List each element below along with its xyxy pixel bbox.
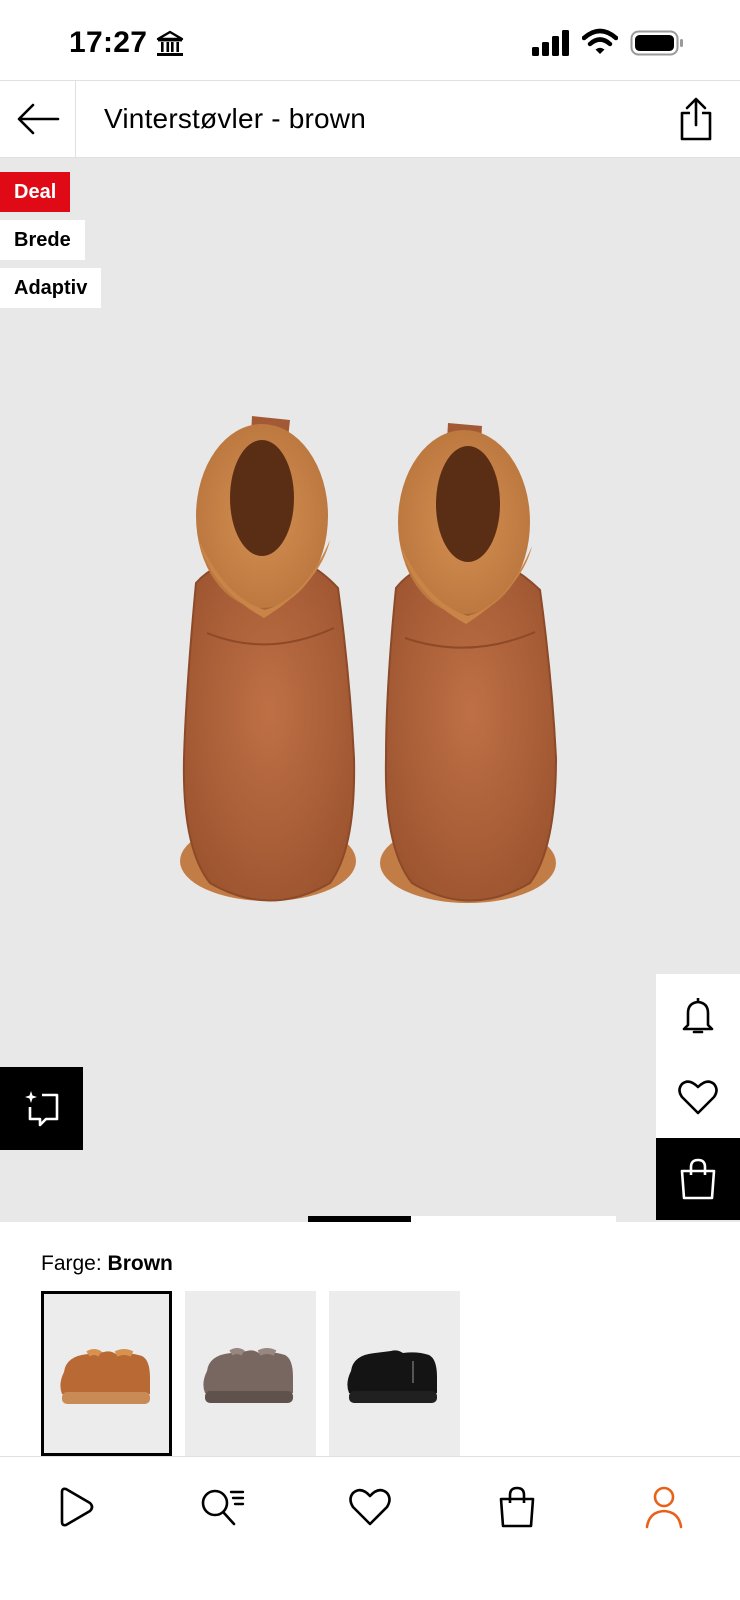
nav-inspiration[interactable] — [47, 1479, 103, 1535]
play-icon — [60, 1487, 94, 1527]
battery-icon — [630, 30, 683, 56]
product-page: 17:27 Vinterstøvler - brown Deal Brede A… — [0, 0, 740, 1600]
product-image[interactable]: Deal Brede Adaptiv — [0, 158, 740, 1222]
profile-icon — [645, 1486, 683, 1529]
header: Vinterstøvler - brown — [0, 80, 740, 158]
width-tag: Brede — [0, 220, 85, 260]
swatch-grey[interactable] — [185, 1291, 316, 1456]
share-icon — [680, 97, 712, 141]
product-tags: Deal Brede Adaptiv — [0, 172, 102, 316]
nav-favorites[interactable] — [342, 1479, 398, 1535]
nav-bag[interactable] — [489, 1479, 545, 1535]
status-bar: 17:27 — [0, 0, 740, 80]
swatch-brown[interactable] — [41, 1291, 172, 1456]
wifi-icon — [582, 28, 618, 54]
color-label: Farge: Brown — [41, 1252, 173, 1276]
adaptive-tag: Adaptiv — [0, 268, 102, 308]
signal-icon — [532, 30, 569, 56]
notify-button[interactable] — [656, 974, 740, 1056]
product-actions — [656, 974, 740, 1220]
heart-icon — [349, 1488, 391, 1526]
share-button[interactable] — [672, 95, 720, 143]
carousel-pager — [0, 1216, 740, 1222]
bag-icon — [499, 1486, 535, 1528]
swatch-black[interactable] — [329, 1291, 460, 1456]
pager-indicator — [308, 1216, 411, 1222]
black-boot-thumbnail — [347, 1350, 437, 1403]
color-label-prefix: Farge: — [41, 1252, 102, 1275]
arrow-left-icon — [17, 103, 59, 135]
bell-icon — [682, 998, 714, 1034]
status-time: 17:27 — [69, 26, 148, 59]
boots-image — [180, 416, 558, 903]
shopping-bag-icon — [680, 1158, 716, 1200]
nav-search[interactable] — [194, 1479, 250, 1535]
ai-style-button[interactable] — [0, 1067, 83, 1150]
page-title: Vinterstøvler - brown — [104, 103, 366, 134]
favorite-button[interactable] — [656, 1056, 740, 1138]
deal-tag: Deal — [0, 172, 71, 212]
selected-color: Brown — [107, 1252, 173, 1275]
back-button[interactable] — [0, 81, 76, 157]
add-to-bag-button[interactable] — [656, 1138, 740, 1220]
bank-icon — [156, 30, 184, 56]
ai-sparkle-icon — [24, 1090, 58, 1126]
grey-boot-thumbnail — [203, 1348, 293, 1403]
brown-boot-thumbnail — [60, 1349, 150, 1404]
heart-icon — [678, 1080, 718, 1115]
nav-profile[interactable] — [636, 1479, 692, 1535]
search-list-icon — [201, 1489, 245, 1526]
bottom-nav — [0, 1456, 740, 1600]
